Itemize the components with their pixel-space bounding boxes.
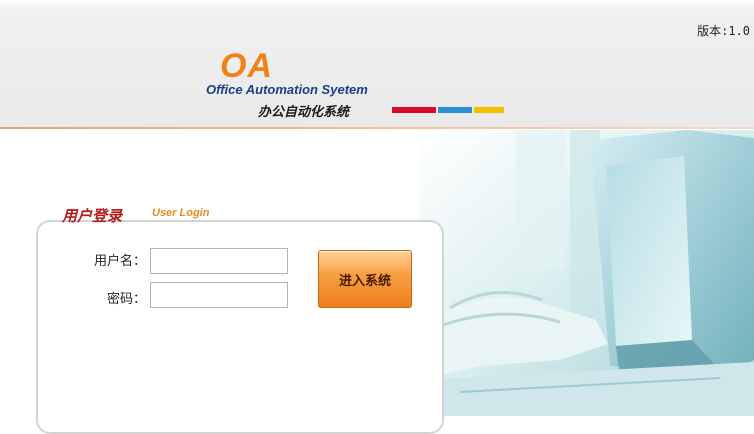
- logo-english-name: Office Automation Syetem: [206, 82, 368, 97]
- logo-bar-red: [392, 107, 436, 113]
- login-title: 用户登录: [62, 207, 123, 225]
- login-subtitle: User Login: [152, 207, 210, 219]
- logo-bar-blue: [438, 107, 472, 113]
- username-input[interactable]: [150, 248, 288, 274]
- oa-logo: OA Office Automation Syetem 办公自动化系统: [206, 48, 516, 128]
- logo-color-bars: [392, 107, 504, 114]
- username-label: 用户名：: [93, 254, 146, 269]
- computer-hand-illustration: [420, 130, 754, 416]
- logo-abbreviation: OA: [220, 47, 273, 85]
- version-label: 版本:1.0: [697, 24, 750, 38]
- page-header: 版本:1.0 OA Office Automation Syetem 办公自动化…: [0, 0, 754, 128]
- password-input[interactable]: [150, 282, 288, 308]
- logo-bar-yellow: [474, 107, 504, 113]
- monitor-screen: [606, 156, 692, 346]
- logo-chinese-name: 办公自动化系统: [258, 105, 350, 120]
- illustration-wall-panel: [516, 130, 566, 270]
- password-label: 密码：: [106, 292, 146, 307]
- enter-system-button[interactable]: 进入系统: [318, 250, 412, 308]
- header-divider: [0, 127, 754, 129]
